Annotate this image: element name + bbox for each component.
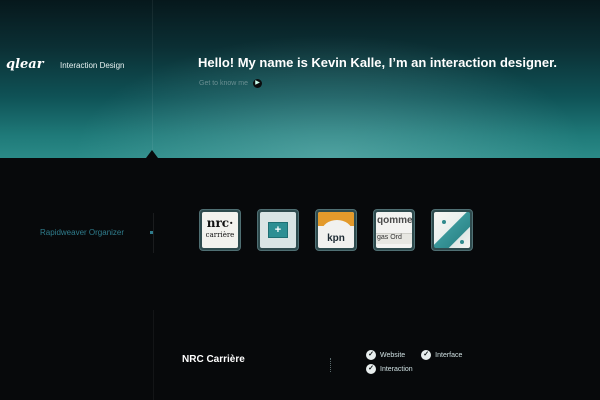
thumb-nrc[interactable]: nrc· carrière — [199, 209, 241, 251]
tag-label: Interaction — [380, 365, 413, 373]
check-icon: ✓ — [421, 350, 432, 360]
site-tagline: Interaction Design — [60, 61, 125, 70]
project-divider — [153, 310, 154, 400]
thumb-kpn[interactable]: kpn — [315, 209, 357, 251]
tag-label: Interface — [435, 351, 463, 359]
map-dot — [460, 240, 464, 244]
map-dot — [442, 220, 446, 224]
page-headline: Hello! My name is Kevin Kalle, I’m an in… — [198, 55, 558, 70]
plus-preview: + — [260, 212, 296, 248]
organizer-marker — [150, 231, 153, 234]
project-title: NRC Carrière — [182, 354, 245, 365]
nrc-logo-line1: nrc· — [206, 216, 234, 230]
map-preview — [434, 212, 470, 248]
tag-website: ✓ Website — [366, 350, 405, 360]
portfolio-thumbnails: nrc· carrière + kpn qommer gas Ord — [199, 209, 473, 251]
about-link[interactable]: Get to know me ▶ — [199, 79, 263, 88]
organizer-link[interactable]: Rapidweaver Organizer — [40, 228, 124, 237]
tag-interaction: ✓ Interaction — [366, 364, 413, 374]
thumb-map[interactable] — [431, 209, 473, 251]
check-icon: ✓ — [366, 350, 376, 360]
project-separator — [330, 358, 332, 372]
commerce-word: qommer — [377, 215, 412, 226]
tag-interface: ✓ Interface — [421, 350, 462, 360]
arrow-right-icon[interactable]: ▶ — [253, 79, 263, 88]
plus-icon: + — [268, 222, 288, 238]
about-link-label: Get to know me — [199, 80, 249, 87]
check-icon: ✓ — [366, 364, 376, 374]
hero-divider — [152, 0, 153, 158]
nrc-logo-line2: carrière — [205, 231, 235, 239]
site-logo[interactable]: qlear — [6, 57, 44, 72]
thumb-commerce[interactable]: qommer gas Ord — [373, 209, 415, 251]
hero-notch — [146, 150, 158, 158]
section-divider — [153, 213, 154, 253]
commerce-preview: qommer gas Ord — [376, 212, 412, 248]
commerce-subtext: gas Ord — [377, 234, 402, 241]
tag-label: Website — [380, 351, 406, 359]
kpn-logo: kpn — [318, 212, 354, 248]
thumb-plus[interactable]: + — [257, 209, 299, 251]
nrc-logo: nrc· carrière — [202, 212, 238, 248]
hero-banner — [0, 0, 600, 158]
kpn-text: kpn — [327, 233, 345, 244]
project-tags: ✓ Website ✓ Interface ✓ Interaction — [366, 350, 486, 374]
